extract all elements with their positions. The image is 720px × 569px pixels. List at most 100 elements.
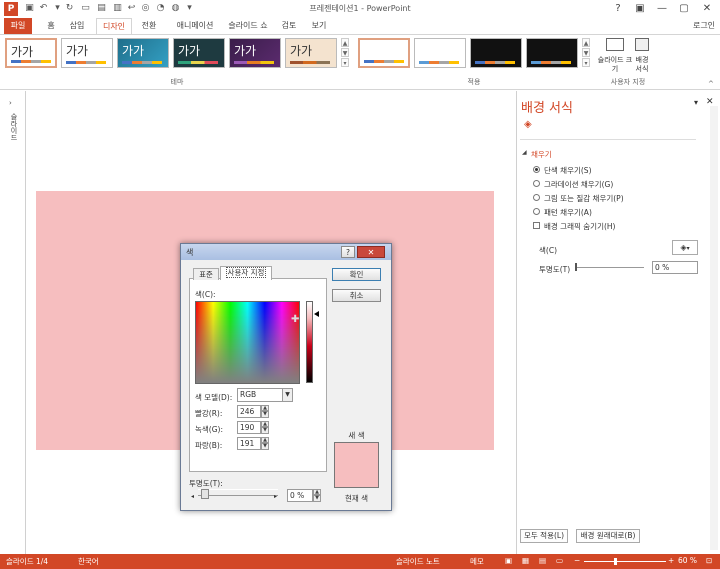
section-collapse-icon[interactable]: ◢ — [522, 149, 527, 156]
help-icon[interactable]: ? — [608, 2, 628, 16]
minimize-icon[interactable]: — — [652, 2, 672, 16]
zoom-level[interactable]: 60 % — [678, 556, 697, 565]
theme-office-2[interactable]: 가가 — [61, 38, 113, 68]
radio-gradient-fill[interactable] — [533, 180, 540, 187]
tab-slideshow[interactable]: 슬라이드 쇼 — [225, 18, 271, 34]
dialog-transparency-label: 투명도(T): — [189, 479, 223, 488]
fill-bucket-icon[interactable]: ◈ — [524, 119, 536, 131]
transparency-slider[interactable] — [576, 267, 644, 268]
hide-graphics-label[interactable]: 배경 그래픽 숨기기(H) — [544, 221, 615, 232]
tab-standard[interactable]: 표준 — [193, 268, 219, 280]
theme-retrospect[interactable]: 가가 — [285, 38, 337, 68]
reading-view-icon[interactable]: ▤ — [539, 556, 546, 565]
dialog-transparency-input[interactable]: 0 % — [287, 489, 313, 502]
dialog-transparency-thumb[interactable] — [201, 489, 209, 499]
fit-slide-icon[interactable]: ⊡ — [706, 556, 712, 565]
theme-scroll-up-icon[interactable]: ▲ — [341, 38, 349, 47]
zoom-slider-thumb[interactable] — [614, 558, 617, 565]
zoom-slider[interactable] — [584, 561, 666, 562]
maximize-icon[interactable]: ▢ — [674, 2, 694, 16]
expand-slides-icon[interactable]: › — [9, 99, 12, 107]
language-indicator[interactable]: 한국어 — [78, 556, 99, 567]
theme-office[interactable]: 가가 — [5, 38, 57, 68]
variant-2[interactable] — [414, 38, 466, 68]
luminance-pointer-icon[interactable] — [314, 311, 319, 317]
cancel-button[interactable]: 취소 — [332, 289, 381, 302]
variant-scroll-up-icon[interactable]: ▲ — [582, 38, 590, 47]
hide-graphics-checkbox[interactable] — [533, 222, 540, 229]
option-pattern-fill[interactable]: 패턴 채우기(A) — [544, 207, 592, 218]
variant-more-icon[interactable]: ▾ — [582, 58, 590, 67]
theme-organic[interactable]: 가가 — [229, 38, 281, 68]
blue-label: 파랑(B): — [195, 441, 223, 450]
blue-down-icon[interactable]: ▼ — [261, 443, 269, 450]
slides-pane-collapsed[interactable]: › 슬라이드 — [0, 91, 26, 554]
slide-size-button[interactable]: 슬라이드 크기 — [598, 36, 632, 76]
status-bar: 슬라이드 1/4 한국어 슬라이드 노트 메모 ▣ ▦ ▤ ▭ − + 60 %… — [0, 554, 720, 569]
group-variant-label: 적용 — [467, 78, 481, 86]
variant-4[interactable] — [526, 38, 578, 68]
apply-all-button[interactable]: 모두 적용(L) — [520, 529, 568, 543]
login-link[interactable]: 로그인 — [690, 18, 718, 34]
tab-design[interactable]: 디자인 — [96, 18, 132, 34]
tab-home[interactable]: 홈 — [40, 18, 62, 34]
option-picture-fill[interactable]: 그림 또는 질감 채우기(P) — [544, 193, 624, 204]
new-color-swatch — [334, 442, 379, 488]
section-fill-label[interactable]: 채우기 — [531, 149, 552, 160]
theme-more-icon[interactable]: ▾ — [341, 58, 349, 67]
green-input[interactable]: 190 — [237, 421, 261, 434]
radio-picture-fill[interactable] — [533, 194, 540, 201]
transparency-right-icon[interactable]: ▸ — [274, 493, 277, 500]
close-icon[interactable]: ✕ — [697, 2, 717, 16]
ribbon-tabs: 파일 홈 삽입 디자인 전환 애니메이션 슬라이드 쇼 검토 보기 로그인 — [0, 18, 720, 34]
variant-scroll-down-icon[interactable]: ▼ — [582, 48, 590, 57]
variant-1[interactable] — [358, 38, 410, 68]
color-spectrum[interactable] — [195, 301, 300, 384]
tab-insert[interactable]: 삽입 — [64, 18, 90, 34]
tab-animations[interactable]: 애니메이션 — [168, 18, 222, 34]
red-input[interactable]: 246 — [237, 405, 261, 418]
theme-facet[interactable]: 가가 — [117, 38, 169, 68]
green-down-icon[interactable]: ▼ — [261, 427, 269, 434]
dialog-transparency-slider[interactable] — [198, 495, 278, 496]
zoom-in-icon[interactable]: + — [668, 556, 674, 565]
option-gradient-fill[interactable]: 그라데이션 채우기(G) — [544, 179, 613, 190]
variant-3[interactable] — [470, 38, 522, 68]
ribbon-display-icon[interactable]: ▣ — [630, 2, 650, 16]
dialog-transparency-track[interactable] — [198, 489, 278, 490]
tab-file[interactable]: 파일 — [4, 18, 32, 34]
ok-button[interactable]: 확인 — [332, 268, 381, 281]
dialog-close-icon[interactable]: ✕ — [357, 246, 385, 258]
transparency-slider-thumb[interactable] — [575, 263, 577, 271]
sorter-view-icon[interactable]: ▦ — [522, 556, 529, 565]
radio-solid-fill[interactable] — [533, 166, 540, 173]
color-model-chevron-icon[interactable]: ▼ — [282, 389, 292, 401]
dlg-transp-down-icon[interactable]: ▼ — [313, 495, 321, 502]
format-background-button[interactable]: 배경 서식 — [632, 36, 652, 76]
dialog-titlebar[interactable]: 색 ? ✕ — [181, 244, 391, 260]
red-down-icon[interactable]: ▼ — [261, 411, 269, 418]
radio-pattern-fill[interactable] — [533, 208, 540, 215]
pane-options-icon[interactable]: ▾ — [694, 98, 698, 107]
tab-transitions[interactable]: 전환 — [136, 18, 162, 34]
transparency-input[interactable]: 0 % — [652, 261, 698, 274]
option-solid-fill[interactable]: 단색 채우기(S) — [544, 165, 592, 176]
comments-button[interactable]: 메모 — [470, 556, 484, 567]
tab-view[interactable]: 보기 — [308, 18, 330, 34]
luminance-bar[interactable] — [306, 301, 313, 383]
zoom-out-icon[interactable]: − — [574, 556, 580, 565]
pane-scrollbar[interactable] — [710, 106, 718, 550]
tab-custom[interactable]: 사용자 지정 — [220, 266, 272, 280]
transparency-left-icon[interactable]: ◂ — [191, 493, 194, 500]
dialog-help-button[interactable]: ? — [341, 246, 355, 258]
blue-input[interactable]: 191 — [237, 437, 261, 450]
notes-button[interactable]: 슬라이드 노트 — [396, 556, 440, 567]
tab-review[interactable]: 검토 — [278, 18, 300, 34]
slideshow-view-icon[interactable]: ▭ — [556, 556, 563, 565]
normal-view-icon[interactable]: ▣ — [505, 556, 512, 565]
theme-ion[interactable]: 가가 — [173, 38, 225, 68]
theme-scroll-down-icon[interactable]: ▼ — [341, 48, 349, 57]
collapse-ribbon-icon[interactable]: ^ — [708, 80, 714, 88]
color-picker-button[interactable]: ◈▾ — [672, 240, 698, 255]
reset-background-button[interactable]: 배경 원래대로(B) — [576, 529, 640, 543]
